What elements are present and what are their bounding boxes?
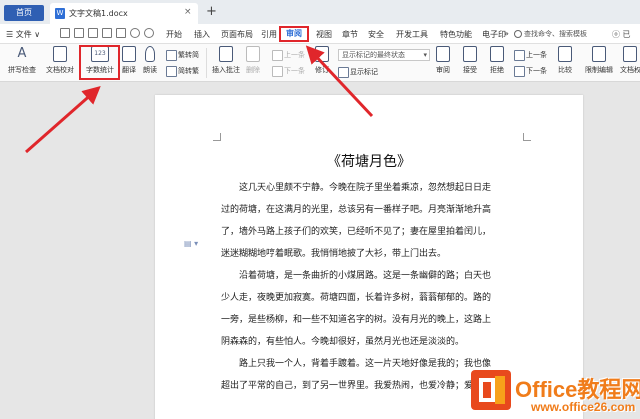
new-tab-button[interactable]: +: [206, 4, 217, 19]
show-markup-button[interactable]: 显示标记: [338, 67, 378, 78]
redo-icon[interactable]: [144, 28, 154, 38]
reject-label: 拒绝: [490, 66, 504, 74]
document-tab-title: 文字文稿1.docx: [69, 9, 128, 18]
lock-icon: [592, 46, 606, 62]
menu-review[interactable]: 审阅: [279, 26, 309, 42]
review-ribbon: A 拼写检查 文档校对 123 字数统计 翻译 朗读 繁转简 简转繁 插入批注 …: [0, 44, 640, 82]
doc-rights-label: 文档权: [620, 66, 640, 74]
quick-access-export-icon[interactable]: [116, 28, 126, 38]
text-line: 迷迷糊糊地哼着眠歌。我悄悄地披了大衫，带上门出去。: [221, 249, 447, 259]
quick-access-print-icon[interactable]: [88, 28, 98, 38]
menu-bar: ☰ 文件 ∨ 开始 插入 页面布局 引用 审阅 视图 章节 安全 开发工具 特色…: [0, 24, 640, 44]
restrict-edit-label: 限制编辑: [585, 66, 613, 74]
menu-chapter[interactable]: 章节: [342, 29, 358, 40]
ribbon-separator: [206, 48, 207, 78]
office-logo-icon: [471, 370, 511, 410]
text-line: 阴森森的，有些怕人。今晚却很好，虽然月光也还是淡淡的。: [221, 337, 465, 347]
menu-start[interactable]: 开始: [166, 29, 182, 40]
simp-to-trad-button[interactable]: 简转繁: [166, 66, 199, 77]
compare-label: 比较: [558, 66, 572, 74]
quick-access-doc-icon[interactable]: [60, 28, 70, 38]
read-aloud-label: 朗读: [143, 66, 157, 74]
accept-button[interactable]: 接受: [459, 46, 481, 80]
translate-icon: [122, 46, 136, 62]
trad-to-simp-button[interactable]: 繁转简: [166, 50, 199, 61]
word-doc-icon: W: [55, 8, 65, 19]
menu-security[interactable]: 安全: [368, 29, 384, 40]
paragraph-layout-icon[interactable]: ▤ ▾: [184, 239, 198, 248]
title-bar: 首页 W 文字文稿1.docx × +: [0, 0, 640, 24]
restrict-edit-button[interactable]: 限制编辑: [582, 46, 616, 80]
paragraph-2[interactable]: 沿着荷塘，是一条曲折的小煤屑路。这是一条幽僻的路；白天也 少人走，夜晚更加寂寞。…: [221, 265, 536, 353]
next-comment-button[interactable]: 下一条: [272, 66, 305, 77]
text-line: 一旁，是些杨柳，和一些不知道名字的树。没有月光的晚上，这路上: [221, 315, 492, 325]
microphone-icon: [145, 46, 155, 62]
spell-check-icon: A: [17, 46, 27, 61]
margin-corner-marker: [523, 133, 531, 141]
prev-change-button[interactable]: 上一条: [514, 50, 547, 61]
text-line: 少人走，夜晚更加寂寞。荷塘四面，长着许多树，蓊蓊郁郁的。路的: [221, 293, 492, 303]
review-pane-button[interactable]: 审阅: [432, 46, 454, 80]
menu-developer[interactable]: 开发工具: [396, 29, 428, 40]
menu-more-chevron-icon[interactable]: »: [504, 29, 509, 38]
compare-button[interactable]: 比较: [554, 46, 576, 80]
accept-label: 接受: [463, 66, 477, 74]
undo-icon[interactable]: [130, 28, 140, 38]
revise-button[interactable]: 修订: [313, 46, 331, 80]
delete-comment-button[interactable]: 删除: [244, 46, 262, 80]
file-menu[interactable]: ☰ 文件 ∨: [6, 29, 40, 40]
review-pane-icon: [436, 46, 450, 62]
revise-icon: [315, 46, 329, 62]
paragraph-1[interactable]: 这几天心里颇不宁静。今晚在院子里坐着乘凉，忽然想起日日走 过的荷塘，在这满月的光…: [221, 177, 536, 265]
spell-check-button[interactable]: A 拼写检查: [6, 46, 38, 80]
menu-review-label: 审阅: [286, 29, 302, 38]
tab-home[interactable]: 首页: [4, 5, 44, 21]
menu-page-layout[interactable]: 页面布局: [221, 29, 253, 40]
reject-icon: [490, 46, 504, 62]
translate-label: 翻译: [122, 66, 136, 74]
menu-references[interactable]: 引用: [261, 29, 277, 40]
reject-button[interactable]: 拒绝: [486, 46, 508, 80]
review-pane-label: 审阅: [436, 66, 450, 74]
doc-rights-icon: [623, 46, 637, 62]
menu-e-seal[interactable]: 电子印: [482, 29, 506, 40]
revise-label: 修订: [315, 66, 329, 74]
compare-icon: [558, 46, 572, 62]
close-icon[interactable]: ×: [184, 7, 192, 17]
delete-label: 删除: [246, 66, 260, 74]
insert-comment-label: 插入批注: [212, 66, 240, 74]
spell-check-label: 拼写检查: [8, 66, 36, 74]
next-change-button[interactable]: 下一条: [514, 66, 547, 77]
doc-compare-button[interactable]: 文档校对: [44, 46, 76, 80]
delete-icon: [246, 46, 260, 62]
doc-compare-icon: [53, 46, 67, 62]
office-tutorial-logo: Office教程网 www.office26.com: [471, 366, 640, 419]
menu-insert[interactable]: 插入: [194, 29, 210, 40]
doc-compare-label: 文档校对: [46, 66, 74, 74]
insert-comment-button[interactable]: 插入批注: [209, 46, 243, 80]
text-line: 过的荷塘，在这满月的光里，总该另有一番样子吧。月亮渐渐地升高: [221, 205, 492, 215]
accept-icon: [463, 46, 477, 62]
account-icons[interactable]: ⓞ 已: [612, 29, 631, 40]
search-command-input[interactable]: 查找命令、搜索模板: [514, 27, 606, 41]
logo-url: www.office26.com: [531, 400, 636, 414]
prev-comment-button[interactable]: 上一条: [272, 50, 305, 61]
quick-access-preview-icon[interactable]: [102, 28, 112, 38]
menu-features[interactable]: 特色功能: [440, 29, 472, 40]
tab-document[interactable]: W 文字文稿1.docx ×: [50, 3, 198, 24]
translate-button[interactable]: 翻译: [120, 46, 138, 80]
margin-corner-marker: [213, 133, 221, 141]
comment-icon: [219, 46, 233, 62]
read-aloud-button[interactable]: 朗读: [141, 46, 159, 80]
text-line: 这几天心里颇不宁静。今晚在院子里坐着乘凉，忽然想起日日走: [239, 183, 492, 193]
document-heading: 《荷塘月色》: [327, 154, 411, 170]
markup-display-dropdown[interactable]: 显示标记的最终状态: [338, 49, 430, 61]
quick-access-save-icon[interactable]: [74, 28, 84, 38]
menu-view[interactable]: 视图: [316, 29, 332, 40]
text-line: 沿着荷塘，是一条曲折的小煤屑路。这是一条幽僻的路；白天也: [239, 271, 492, 281]
text-line: 了，墙外马路上孩子们的欢笑，已经听不见了；妻在屋里拍着闰儿，: [221, 227, 492, 237]
word-count-highlight: [79, 45, 120, 80]
doc-rights-button[interactable]: 文档权: [620, 46, 640, 80]
